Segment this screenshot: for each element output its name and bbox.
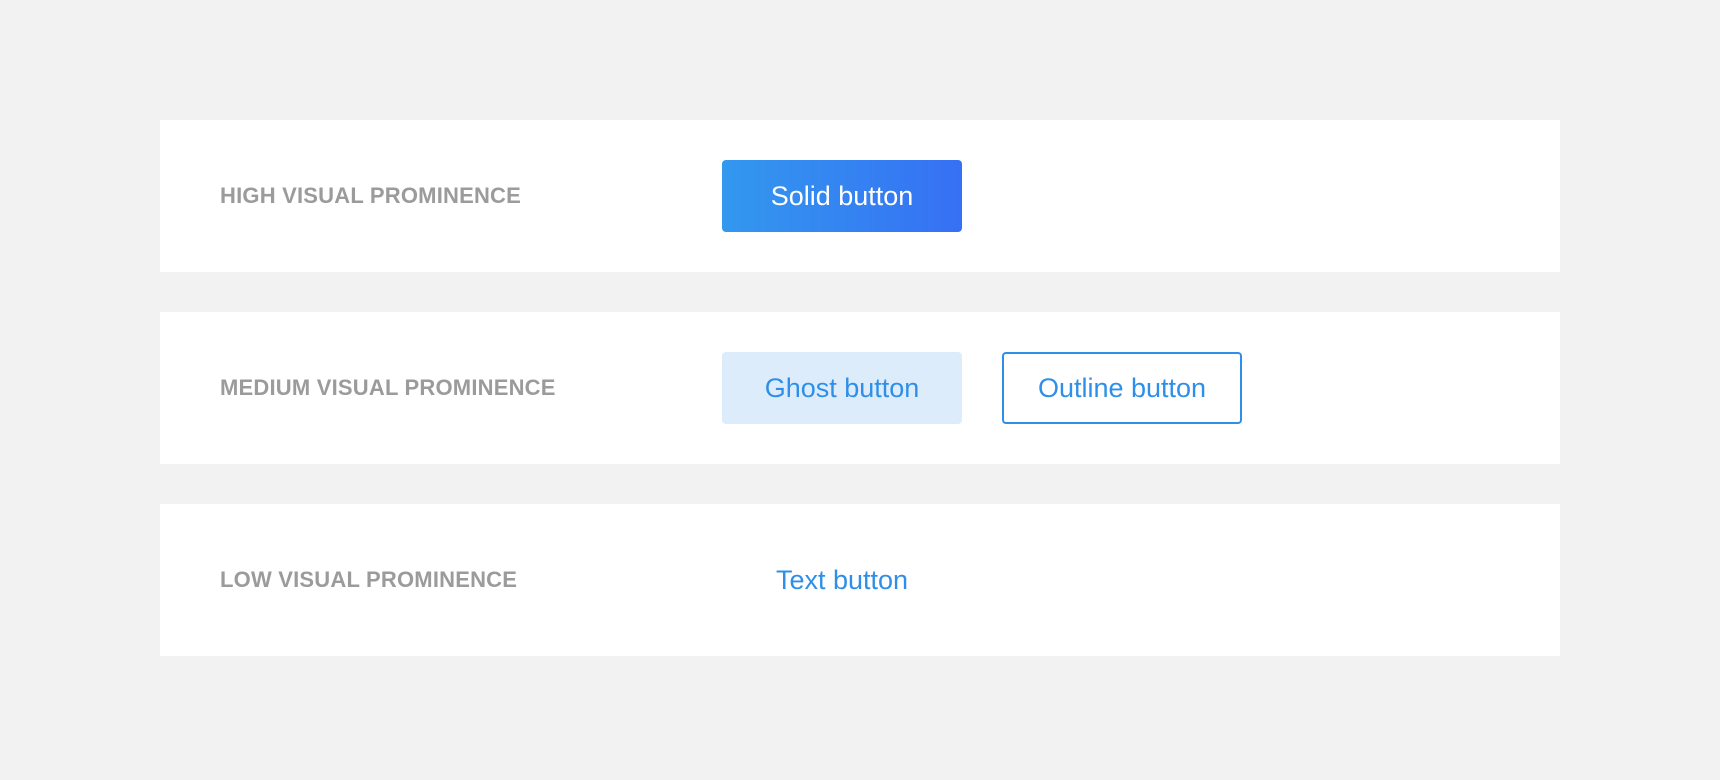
button-row: Solid button	[722, 160, 962, 232]
section-label: LOW VISUAL PROMINENCE	[220, 567, 518, 592]
button-row: Text button	[722, 544, 962, 616]
section-medium-prominence: MEDIUM VISUAL PROMINENCE Ghost button Ou…	[160, 312, 1560, 464]
text-button[interactable]: Text button	[722, 544, 962, 616]
section-low-prominence: LOW VISUAL PROMINENCE Text button	[160, 504, 1560, 656]
outline-button[interactable]: Outline button	[1002, 352, 1242, 424]
button-prominence-showcase: HIGH VISUAL PROMINENCE Solid button MEDI…	[160, 120, 1560, 696]
section-label: MEDIUM VISUAL PROMINENCE	[220, 375, 556, 400]
solid-button[interactable]: Solid button	[722, 160, 962, 232]
section-high-prominence: HIGH VISUAL PROMINENCE Solid button	[160, 120, 1560, 272]
section-label: HIGH VISUAL PROMINENCE	[220, 183, 522, 208]
ghost-button[interactable]: Ghost button	[722, 352, 962, 424]
button-row: Ghost button Outline button	[722, 352, 1242, 424]
